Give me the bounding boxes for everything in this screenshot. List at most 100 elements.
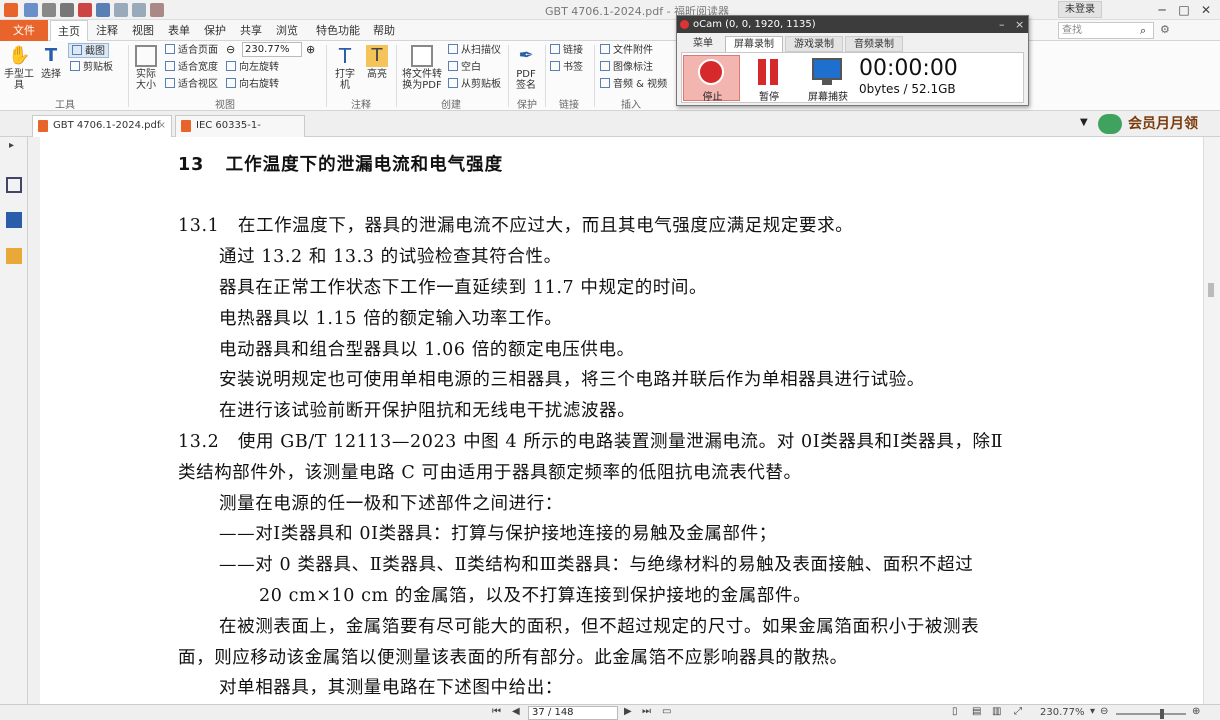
fit-width-button[interactable]: 适合宽度 <box>165 60 218 75</box>
zoom-dropdown-icon[interactable]: ▾ <box>1090 706 1095 717</box>
pause-label[interactable]: 暂停 <box>749 88 789 103</box>
zoom-in-icon[interactable]: ⊕ <box>1192 706 1200 717</box>
login-button[interactable]: 未登录 <box>1058 1 1102 18</box>
convert-to-pdf-button[interactable]: 将文件转换为PDF <box>400 45 444 91</box>
pause-icon[interactable] <box>770 59 778 85</box>
fit-icon[interactable]: ⤢ <box>1014 706 1022 717</box>
doc-tab-iec[interactable]: IEC 60335-1-2020.pdf <box>175 115 305 151</box>
fit-page-button[interactable]: 适合页面 <box>165 43 218 58</box>
tab-form[interactable]: 表单 <box>162 20 196 41</box>
vip-promo-link[interactable]: 会员月月领 <box>1098 113 1220 135</box>
gear-icon[interactable]: ⚙ <box>1160 23 1170 36</box>
tab-comment[interactable]: 注释 <box>90 20 124 41</box>
actual-size-button[interactable]: 实际大小 <box>132 45 160 91</box>
minimize-button[interactable]: ─ <box>1152 2 1172 18</box>
body-line: 类结构部件外，该测量电路 C 可由适用于器具额定频率的低阻抗电流表代替。 <box>178 463 802 483</box>
from-clipboard-button[interactable]: 从剪贴板 <box>448 77 501 92</box>
print-icon[interactable] <box>60 3 74 17</box>
ocam-tab-screen-record[interactable]: 屏幕录制 <box>725 36 783 52</box>
last-page-icon[interactable]: ⏭ <box>642 706 651 717</box>
prev-page-icon[interactable]: ◀ <box>512 706 520 717</box>
hand-tool-label: 手型工具 <box>4 69 34 91</box>
view-mode-icon[interactable]: ▭ <box>662 706 671 717</box>
pdf-page: 13 工作温度下的泄漏电流和电气强度 13.1 在工作温度下，器具的泄漏电流不应… <box>40 137 1203 704</box>
tab-browse[interactable]: 浏览 <box>270 20 304 41</box>
facing-page-icon[interactable]: ▥ <box>992 706 1001 717</box>
scrollbar-thumb[interactable] <box>1208 283 1214 297</box>
close-tab-icon[interactable]: × <box>158 116 166 136</box>
tab-home[interactable]: 主页 <box>50 20 88 41</box>
comments-icon[interactable] <box>6 248 22 264</box>
tab-list-chevron-icon[interactable]: ▼ <box>1080 117 1088 128</box>
pdf-sign-label: PDF签名 <box>516 69 536 91</box>
zoom-slider-handle[interactable] <box>1160 709 1164 719</box>
zoom-input[interactable]: 230.77% <box>242 42 302 57</box>
ocam-tab-audio-record[interactable]: 音频录制 <box>845 36 903 52</box>
ribbon-divider <box>594 45 595 107</box>
tab-view[interactable]: 视图 <box>126 20 160 41</box>
continuous-page-icon[interactable]: ▤ <box>972 706 981 717</box>
ocam-close-button[interactable]: × <box>1015 16 1024 33</box>
select-label: 选择 <box>41 69 61 80</box>
zoom-in-icon[interactable]: ⊕ <box>306 43 315 56</box>
link-button[interactable]: 链接 <box>550 43 583 58</box>
clipboard-icon <box>70 61 80 71</box>
fit-view-button[interactable]: 适合视区 <box>165 77 218 92</box>
pause-icon[interactable] <box>758 59 766 85</box>
tab-share[interactable]: 共享 <box>234 20 268 41</box>
save-icon[interactable] <box>42 3 56 17</box>
audio-video-button[interactable]: 音频 & 视频 <box>600 77 667 92</box>
ribbon-divider <box>326 45 327 107</box>
typewriter-button[interactable]: T 打字机 <box>332 45 358 91</box>
stamp-icon[interactable] <box>150 3 164 17</box>
hand-tool-button[interactable]: ✋ 手型工具 <box>4 45 34 91</box>
zoom-slider[interactable] <box>1116 713 1186 715</box>
first-page-icon[interactable]: ⏮ <box>492 706 501 717</box>
rotate-right-button[interactable]: 向右旋转 <box>226 77 279 92</box>
restore-button[interactable]: □ <box>1174 2 1194 18</box>
vertical-scrollbar[interactable] <box>1203 137 1220 704</box>
file-attachment-button[interactable]: 文件附件 <box>600 43 653 58</box>
open-icon[interactable] <box>24 3 38 17</box>
ocam-title-bar: oCam (0, 0, 1920, 1135) <box>677 16 1028 33</box>
blank-button[interactable]: 空白 <box>448 60 481 75</box>
file-menu[interactable]: 文件 <box>0 20 48 41</box>
tab-protect[interactable]: 保护 <box>198 20 232 41</box>
tab-help[interactable]: 帮助 <box>368 20 400 41</box>
ocam-tab-game-record[interactable]: 游戏录制 <box>785 36 843 52</box>
from-scanner-label: 从扫描仪 <box>461 45 501 56</box>
ocam-minimize-button[interactable]: – <box>999 16 1005 33</box>
next-page-icon[interactable]: ▶ <box>624 706 632 717</box>
zoom-out-icon[interactable]: ⊖ <box>1100 706 1108 717</box>
image-annotation-button[interactable]: 图像标注 <box>600 60 653 75</box>
clipboard-icon <box>448 78 458 88</box>
highlight-button[interactable]: T 高亮 <box>362 45 392 80</box>
pdf-icon[interactable] <box>78 3 92 17</box>
layers-icon[interactable] <box>6 212 22 228</box>
tab-features[interactable]: 特色功能 <box>310 20 366 41</box>
attachment-icon <box>600 44 610 54</box>
capture-label[interactable]: 屏幕捕获 <box>803 88 853 103</box>
doc-tab-gbt[interactable]: GBT 4706.1-2024.pdf × <box>32 115 172 137</box>
screenshot-button[interactable]: 截图 <box>68 43 109 58</box>
clipboard-button[interactable]: 剪贴板 <box>70 60 113 75</box>
expand-panel-icon[interactable]: ▸ <box>9 140 14 151</box>
pdf-sign-button[interactable]: ✒ PDF签名 <box>512 45 540 91</box>
mail-icon[interactable] <box>96 3 110 17</box>
undo-icon[interactable] <box>114 3 128 17</box>
bookmark-button[interactable]: 书签 <box>550 60 583 75</box>
search-icon[interactable]: ⌕ <box>1140 24 1146 38</box>
page-number-input[interactable]: 37 / 148 <box>528 706 618 720</box>
text-select-icon: T <box>44 45 58 66</box>
from-scanner-button[interactable]: 从扫描仪 <box>448 43 501 58</box>
rotate-left-button[interactable]: 向左旋转 <box>226 60 279 75</box>
monitor-icon[interactable] <box>812 58 842 80</box>
page-thumbnail-icon[interactable] <box>6 177 22 193</box>
fit-width-label: 适合宽度 <box>178 62 218 73</box>
close-button[interactable]: ✕ <box>1196 2 1216 18</box>
ocam-tab-menu[interactable]: 菜单 <box>683 36 723 52</box>
zoom-out-icon[interactable]: ⊖ <box>226 43 235 56</box>
select-button[interactable]: T 选择 <box>38 45 64 80</box>
single-page-icon[interactable]: ▯ <box>952 706 958 717</box>
redo-icon[interactable] <box>132 3 146 17</box>
